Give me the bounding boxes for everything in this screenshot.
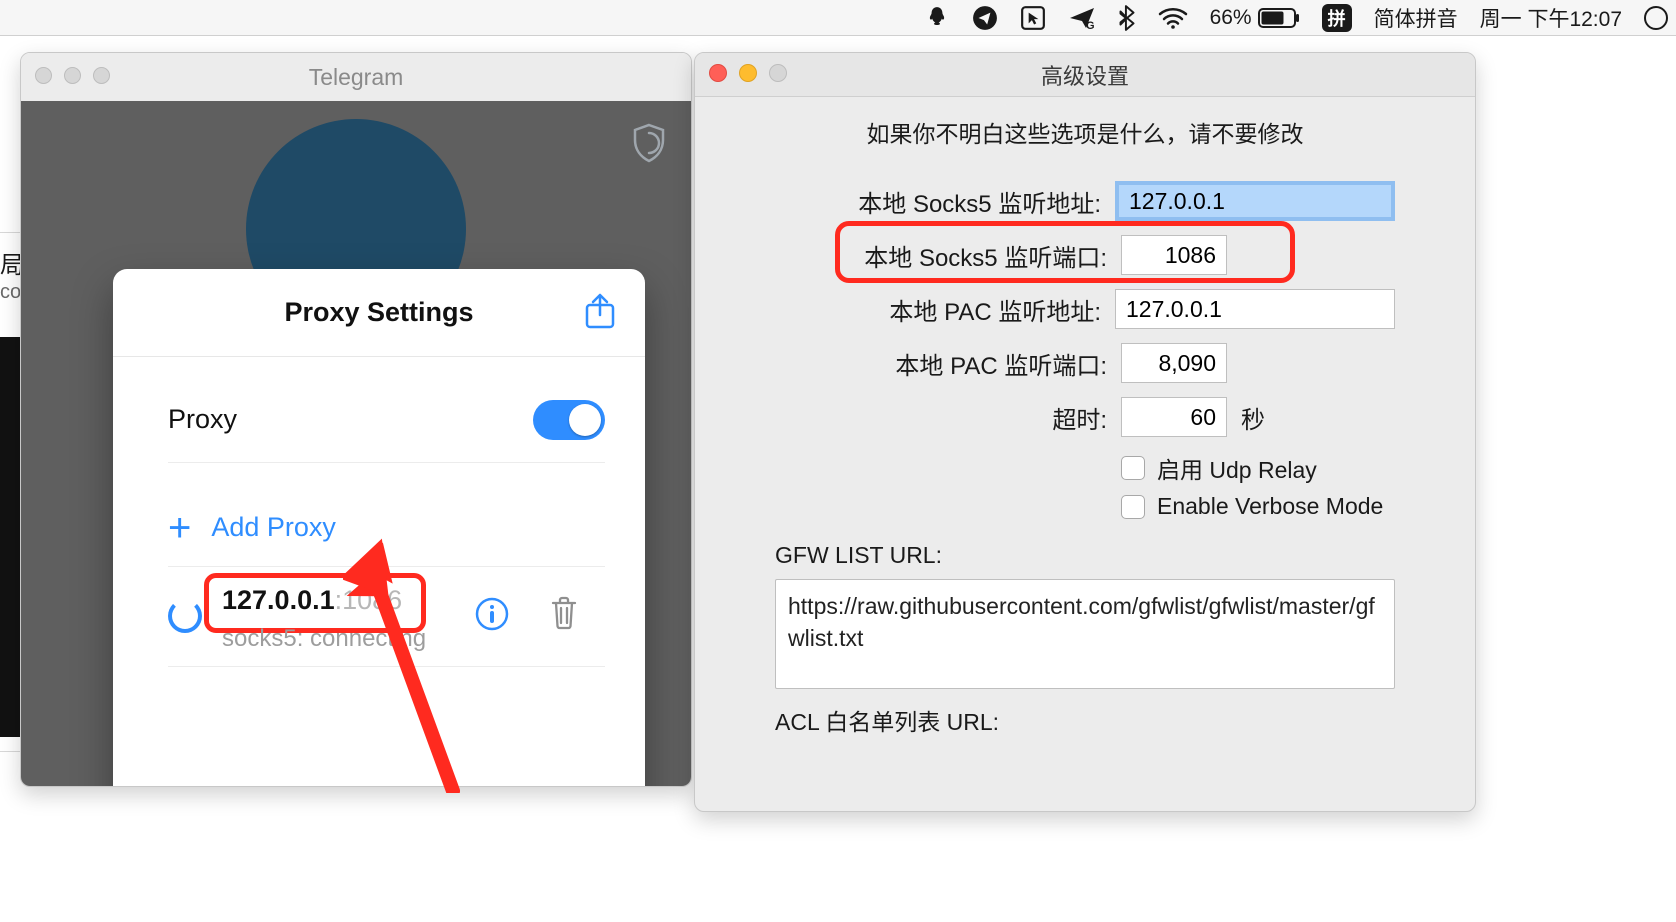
pac-address-label: 本地 PAC 监听地址:: [775, 292, 1101, 327]
add-proxy-row[interactable]: + Add Proxy: [168, 489, 605, 567]
udp-relay-checkbox[interactable]: [1121, 456, 1145, 480]
popup-header: Proxy Settings: [113, 269, 645, 357]
socks5-port-label: 本地 Socks5 监听端口:: [775, 238, 1107, 273]
proxy-status: socks5: connecting: [222, 625, 426, 653]
advanced-titlebar[interactable]: 高级设置: [695, 53, 1475, 97]
udp-relay-label: 启用 Udp Relay: [1157, 451, 1317, 485]
shield-icon[interactable]: [631, 123, 667, 168]
proxy-address: 127.0.0.1:1086: [222, 585, 402, 616]
cursor-arrow-icon[interactable]: [1020, 5, 1046, 31]
pac-port-row: 本地 PAC 监听端口:: [775, 343, 1395, 383]
plus-icon: +: [168, 508, 191, 548]
telegram-title: Telegram: [309, 64, 404, 91]
socks5-port-input[interactable]: [1121, 235, 1227, 275]
trash-icon[interactable]: [549, 595, 579, 636]
fragment-dark-bar: [0, 337, 22, 737]
ime-label[interactable]: 简体拼音: [1374, 3, 1458, 33]
add-proxy-label: Add Proxy: [211, 512, 336, 543]
popup-body: Proxy + Add Proxy 127.0.0.1:1086 socks5:…: [113, 357, 645, 667]
telegram-window: Telegram Proxy Settings Proxy + Add: [20, 52, 692, 787]
battery-status[interactable]: 66%: [1210, 6, 1300, 30]
pac-address-input[interactable]: [1115, 289, 1395, 329]
verbose-row[interactable]: Enable Verbose Mode: [1121, 493, 1395, 520]
timeout-unit: 秒: [1241, 400, 1265, 435]
socks5-address-input[interactable]: [1115, 181, 1395, 221]
minimize-button[interactable]: [739, 64, 757, 82]
timeout-input[interactable]: [1121, 397, 1227, 437]
ime-indicator-box[interactable]: 拼: [1322, 4, 1352, 32]
advanced-settings-window: 高级设置 如果你不明白这些选项是什么，请不要修改 本地 Socks5 监听地址:…: [694, 52, 1476, 812]
close-button[interactable]: [35, 67, 52, 84]
proxy-toggle-row: Proxy: [168, 377, 605, 463]
proxy-toggle[interactable]: [533, 400, 605, 440]
popup-title: Proxy Settings: [284, 297, 473, 328]
timeout-row: 超时: 秒: [775, 397, 1395, 437]
proxy-entry-row[interactable]: 127.0.0.1:1086 socks5: connecting: [168, 567, 605, 667]
bluetooth-icon[interactable]: [1118, 5, 1136, 31]
telegram-status-icon[interactable]: [972, 5, 998, 31]
background-app-fragment: 局 co: [0, 232, 22, 752]
advanced-warning: 如果你不明白这些选项是什么，请不要修改: [695, 97, 1475, 157]
minimize-button[interactable]: [64, 67, 81, 84]
zoom-button[interactable]: [93, 67, 110, 84]
socks5-port-row: 本地 Socks5 监听端口:: [775, 235, 1395, 275]
proxy-settings-popup: Proxy Settings Proxy + Add Proxy 127.: [113, 269, 645, 787]
share-icon[interactable]: [583, 291, 617, 338]
info-icon[interactable]: [475, 597, 509, 636]
advanced-title: 高级设置: [1041, 59, 1129, 91]
gfw-label: GFW LIST URL:: [775, 542, 1395, 569]
timeout-label: 超时:: [775, 400, 1107, 435]
verbose-checkbox[interactable]: [1121, 495, 1145, 519]
pac-port-input[interactable]: [1121, 343, 1227, 383]
gfw-section: GFW LIST URL:: [695, 528, 1475, 695]
proxy-ip: 127.0.0.1: [222, 585, 335, 615]
telegram-body: Proxy Settings Proxy + Add Proxy 127.: [21, 101, 691, 786]
clock-label[interactable]: 周一 下午12:07: [1480, 3, 1622, 33]
close-button[interactable]: [709, 64, 727, 82]
zoom-button[interactable]: [769, 64, 787, 82]
advanced-form: 本地 Socks5 监听地址: 本地 Socks5 监听端口: 本地 PAC 监…: [695, 157, 1475, 520]
advanced-traffic-lights[interactable]: [709, 64, 787, 82]
battery-percent-label: 66%: [1210, 6, 1252, 30]
telegram-titlebar[interactable]: Telegram: [21, 53, 691, 101]
qq-penguin-icon[interactable]: [924, 5, 950, 31]
pac-address-row: 本地 PAC 监听地址:: [775, 289, 1395, 329]
wifi-icon[interactable]: [1158, 6, 1188, 30]
connecting-spinner-icon: [168, 599, 202, 633]
battery-icon: [1258, 8, 1300, 28]
proxy-label: Proxy: [168, 404, 237, 435]
acl-section: ACL 白名单列表 URL:: [695, 695, 1475, 737]
proxy-port: :1086: [335, 585, 403, 615]
verbose-label: Enable Verbose Mode: [1157, 493, 1383, 520]
gfw-url-input[interactable]: [775, 579, 1395, 689]
macos-menubar: G 66% 拼 简体拼音 周一 下午12:07: [0, 0, 1676, 36]
fragment-text-2: co: [0, 281, 21, 304]
svg-text:G: G: [1086, 20, 1095, 31]
socks5-address-row: 本地 Socks5 监听地址:: [775, 181, 1395, 221]
acl-label: ACL 白名单列表 URL:: [775, 703, 1395, 737]
udp-relay-row[interactable]: 启用 Udp Relay: [1121, 451, 1395, 485]
socks5-address-label: 本地 Socks5 监听地址:: [775, 184, 1101, 219]
pac-port-label: 本地 PAC 监听端口:: [775, 346, 1107, 381]
paper-plane-icon[interactable]: G: [1068, 5, 1096, 31]
telegram-traffic-lights[interactable]: [35, 67, 110, 84]
spotlight-search-icon[interactable]: [1644, 6, 1668, 30]
